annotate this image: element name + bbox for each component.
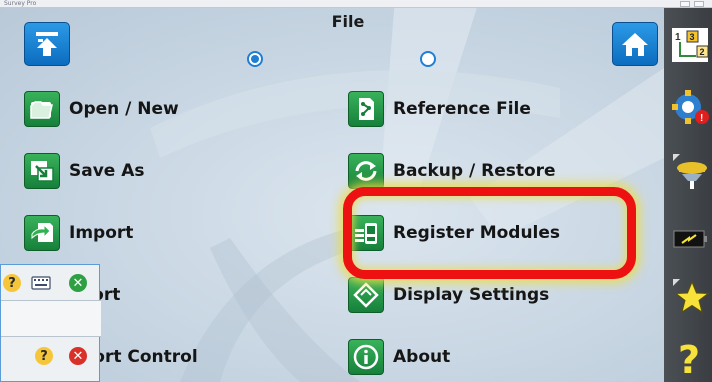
menu-label: Display Settings xyxy=(393,285,550,305)
menu-label: Open / New xyxy=(69,99,179,119)
home-icon xyxy=(622,33,648,56)
sidebar-button-settings[interactable]: ! xyxy=(668,84,712,130)
page-indicator-1[interactable] xyxy=(247,51,263,67)
favorites-star-icon xyxy=(673,279,710,314)
folder-open-icon xyxy=(24,91,60,127)
register-modules-highlight xyxy=(343,187,636,279)
menu-label: About xyxy=(393,347,451,367)
instrument-icon xyxy=(673,154,707,189)
menu-backup-restore[interactable]: Backup / Restore xyxy=(348,151,556,191)
menu-save-as[interactable]: Save As xyxy=(24,151,145,191)
svg-text:?: ? xyxy=(678,339,700,379)
menu-label: Reference File xyxy=(393,99,531,119)
back-up-icon xyxy=(36,32,58,56)
keyboard-icon[interactable] xyxy=(31,276,51,290)
reference-file-icon xyxy=(348,91,384,127)
popup-action-row: ? ✕ xyxy=(1,337,101,382)
right-sidebar: 1 3 2 ! ? xyxy=(664,8,712,382)
page-title: File xyxy=(331,12,365,31)
back-button[interactable] xyxy=(24,22,70,66)
window-title-bar: Survey Pro xyxy=(0,0,712,8)
svg-text:!: ! xyxy=(700,113,703,124)
help-icon[interactable]: ? xyxy=(3,274,21,292)
sidebar-button-grid[interactable]: 1 3 2 xyxy=(668,22,712,68)
home-button[interactable] xyxy=(612,22,658,66)
app-title: Survey Pro xyxy=(4,0,37,7)
menu-label: Backup / Restore xyxy=(393,161,556,181)
menu-about[interactable]: About xyxy=(348,337,450,377)
close-window-button[interactable] xyxy=(694,1,704,7)
sidebar-button-help[interactable]: ? xyxy=(668,336,712,382)
grid-numbers-icon: 1 3 2 xyxy=(672,28,709,62)
display-settings-icon xyxy=(348,277,384,313)
sidebar-button-instrument[interactable] xyxy=(668,148,712,194)
page-indicator-2[interactable] xyxy=(420,51,436,67)
sidebar-button-battery[interactable] xyxy=(668,216,712,262)
help-icon[interactable]: ? xyxy=(35,347,53,365)
floating-tool-panel: ? ✕ ? ✕ xyxy=(0,264,101,382)
sidebar-button-favorites[interactable] xyxy=(668,274,712,320)
menu-display-settings[interactable]: Display Settings xyxy=(348,275,549,315)
menu-open-new[interactable]: Open / New xyxy=(24,89,179,129)
settings-alert-icon: ! xyxy=(672,90,709,124)
menu-label: Import xyxy=(69,223,134,243)
battery-icon xyxy=(673,230,707,248)
menu-reference-file[interactable]: Reference File xyxy=(348,89,531,129)
import-icon xyxy=(24,215,60,251)
popup-toolbar-row: ? ✕ xyxy=(1,265,101,301)
menu-label: Save As xyxy=(69,161,145,181)
popup-empty-row xyxy=(1,301,101,337)
info-icon xyxy=(348,339,384,375)
backup-restore-icon xyxy=(348,153,384,189)
menu-import[interactable]: Import xyxy=(24,213,133,253)
close-green-icon[interactable]: ✕ xyxy=(69,274,87,292)
minimize-button[interactable] xyxy=(680,1,690,7)
svg-text:3: 3 xyxy=(690,32,695,42)
svg-text:1: 1 xyxy=(675,32,681,43)
close-red-icon[interactable]: ✕ xyxy=(69,347,87,365)
svg-text:2: 2 xyxy=(700,47,705,57)
save-as-icon xyxy=(24,153,60,189)
help-icon: ? xyxy=(678,339,700,379)
